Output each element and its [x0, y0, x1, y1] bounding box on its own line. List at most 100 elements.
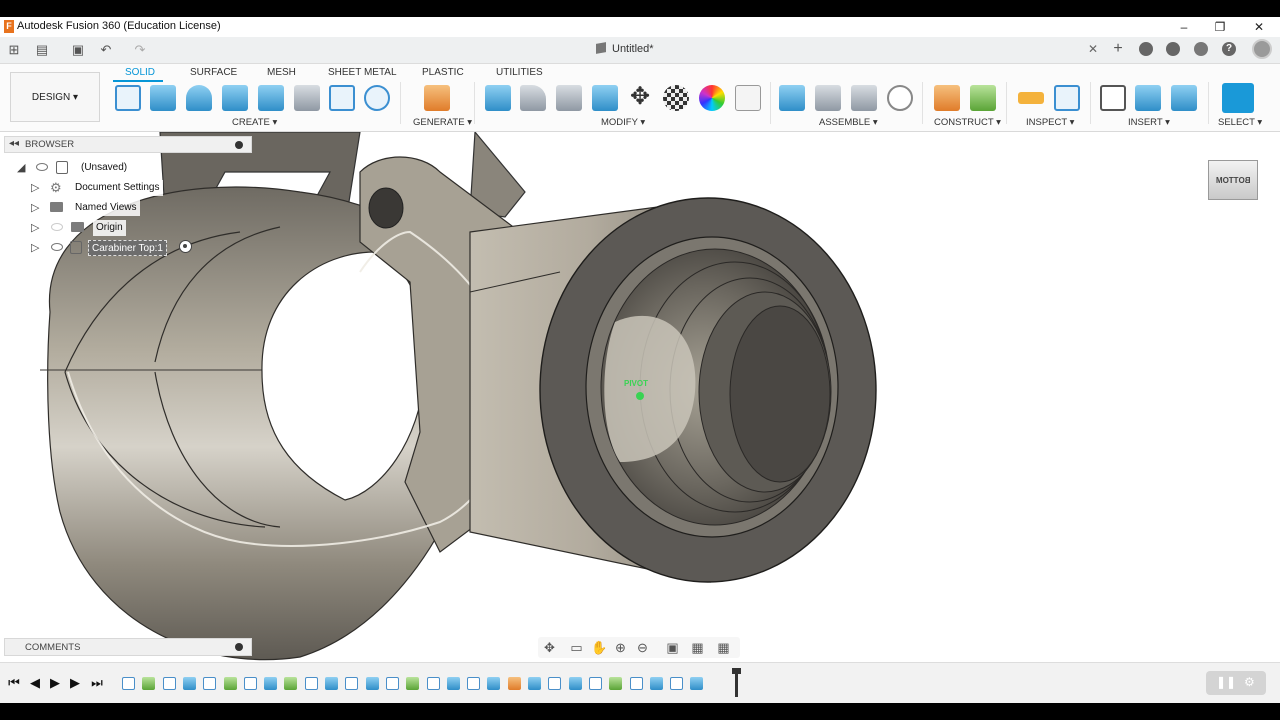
measure-icon[interactable]: [1018, 92, 1044, 104]
fillet-icon[interactable]: [520, 85, 546, 111]
timeline-feature-icon[interactable]: [406, 677, 420, 690]
data-panel-grid-icon[interactable]: ⊞: [6, 42, 22, 58]
pivot-point[interactable]: [636, 392, 644, 400]
job-status-icon[interactable]: [1166, 42, 1180, 56]
insert-canvas-icon[interactable]: [1135, 85, 1161, 111]
rectangular-pattern-icon[interactable]: [329, 85, 355, 111]
browser-item-origin[interactable]: ▷ Origin: [14, 219, 134, 237]
timeline-feature-icon[interactable]: [385, 677, 399, 690]
browser-item-document-settings[interactable]: ▷ ⚙ Document Settings: [14, 179, 164, 197]
notifications-icon[interactable]: [1194, 42, 1208, 56]
model-canvas[interactable]: PIVOT: [0, 132, 1280, 662]
timeline-feature-icon[interactable]: [690, 677, 704, 690]
manage-materials-icon[interactable]: [735, 85, 761, 111]
insert-decal-icon[interactable]: [1171, 85, 1197, 111]
physical-material-icon[interactable]: [663, 85, 689, 111]
timeline-feature-icon[interactable]: [629, 677, 643, 690]
close-document-icon[interactable]: ✕: [1088, 42, 1098, 56]
modify-group-label[interactable]: MODIFY ▾: [601, 117, 645, 128]
viewports-icon[interactable]: ▦: [716, 640, 731, 655]
timeline-feature-icon[interactable]: [365, 677, 379, 690]
construct-group-label[interactable]: CONSTRUCT ▾: [934, 117, 1001, 128]
timeline-feature-icon[interactable]: [142, 677, 156, 690]
tab-plastic[interactable]: PLASTIC: [422, 67, 464, 78]
visibility-eye-icon[interactable]: [36, 163, 48, 171]
browser-item-carabiner-top[interactable]: ▷ Carabiner Top:1: [14, 239, 204, 257]
interference-icon[interactable]: [1054, 85, 1080, 111]
grid-settings-icon[interactable]: ▦: [690, 640, 705, 655]
timeline-last-icon[interactable]: ⏭: [90, 675, 104, 691]
expand-icon[interactable]: ▷: [31, 241, 39, 254]
revolve-icon[interactable]: [186, 85, 212, 111]
tab-sheet-metal[interactable]: SHEET METAL: [328, 67, 397, 78]
workspace-switcher[interactable]: DESIGN ▾: [10, 72, 100, 122]
tab-surface[interactable]: SURFACE: [190, 67, 237, 78]
close-window-button[interactable]: ✕: [1251, 19, 1267, 35]
document-tab[interactable]: Untitled*: [596, 42, 654, 55]
tab-solid[interactable]: SOLID: [125, 67, 155, 78]
timeline-feature-icon[interactable]: [304, 677, 318, 690]
collapse-browser-icon[interactable]: ◂◂: [9, 138, 19, 149]
file-menu-icon[interactable]: ▤: [34, 42, 50, 58]
timeline-feature-icon[interactable]: [426, 677, 440, 690]
expand-icon[interactable]: ▷: [31, 221, 39, 234]
timeline-feature-icon[interactable]: [568, 677, 582, 690]
chamfer-icon[interactable]: [556, 85, 582, 111]
visibility-eye-icon[interactable]: [51, 243, 63, 251]
comments-panel-header[interactable]: COMMENTS: [4, 638, 252, 656]
move-copy-icon[interactable]: ✥: [627, 84, 653, 110]
pin-panel-icon[interactable]: [235, 141, 243, 149]
new-tab-button[interactable]: +: [1109, 40, 1127, 58]
help-icon[interactable]: ?: [1222, 42, 1236, 56]
timeline-feature-icon[interactable]: [487, 677, 501, 690]
insert-group-label[interactable]: INSERT ▾: [1128, 117, 1170, 128]
save-icon[interactable]: ▣: [70, 42, 86, 58]
timeline-previous-icon[interactable]: ◀: [28, 675, 42, 691]
pan-icon[interactable]: ✋: [591, 640, 607, 655]
timeline-feature-icon[interactable]: [345, 677, 359, 690]
timeline-feature-icon[interactable]: [528, 677, 541, 690]
as-built-joint-icon[interactable]: [851, 85, 877, 111]
joint-icon[interactable]: [815, 85, 841, 111]
expand-icon[interactable]: ▷: [31, 201, 39, 214]
generate-group-label[interactable]: GENERATE ▾: [413, 117, 472, 128]
timeline-feature-icon[interactable]: [325, 677, 338, 690]
loft-icon[interactable]: [258, 85, 284, 111]
timeline-feature-icon[interactable]: [588, 677, 602, 690]
select-group-label[interactable]: SELECT ▾: [1218, 117, 1262, 128]
create-sketch-icon[interactable]: [115, 85, 141, 111]
undo-icon[interactable]: ↶: [98, 42, 114, 58]
circular-pattern-icon[interactable]: [364, 85, 390, 111]
sweep-icon[interactable]: [222, 85, 248, 111]
insert-derive-icon[interactable]: [1100, 85, 1126, 111]
timeline-feature-icon[interactable]: [223, 677, 237, 690]
hole-icon[interactable]: [294, 85, 320, 111]
orbit-icon[interactable]: ✥: [542, 640, 557, 655]
browser-panel-header[interactable]: ◂◂ BROWSER: [4, 136, 252, 153]
pause-icon[interactable]: ❚❚: [1216, 675, 1236, 689]
timeline-feature-icon[interactable]: [162, 677, 176, 690]
timeline-feature-icon[interactable]: [284, 677, 298, 690]
activate-component-icon[interactable]: [179, 240, 192, 253]
browser-item-named-views[interactable]: ▷ Named Views: [14, 199, 144, 217]
tab-utilities[interactable]: UTILITIES: [496, 67, 543, 78]
timeline-marker[interactable]: [732, 668, 741, 697]
fit-icon[interactable]: ⊖: [635, 640, 650, 655]
expand-icon[interactable]: ▷: [31, 181, 39, 194]
settings-gear-icon[interactable]: ⚙: [1244, 675, 1255, 689]
timeline-feature-icon[interactable]: [467, 677, 481, 690]
timeline-feature-icon[interactable]: [203, 677, 217, 690]
tab-mesh[interactable]: MESH: [267, 67, 296, 78]
extensions-icon[interactable]: [1139, 42, 1153, 56]
timeline-play-icon[interactable]: ▶: [48, 675, 62, 691]
look-at-icon[interactable]: ▭: [569, 640, 584, 655]
viewcube[interactable]: BOTTOM: [1208, 160, 1258, 200]
timeline-feature-icon[interactable]: [609, 677, 623, 690]
timeline-feature-icon[interactable]: [446, 677, 460, 690]
timeline-feature-icon[interactable]: [649, 677, 663, 690]
press-pull-icon[interactable]: [485, 85, 511, 111]
offset-plane-icon[interactable]: [934, 85, 960, 111]
collapse-icon[interactable]: ◢: [17, 161, 25, 174]
shell-icon[interactable]: [592, 85, 618, 111]
extrude-icon[interactable]: [150, 85, 176, 111]
